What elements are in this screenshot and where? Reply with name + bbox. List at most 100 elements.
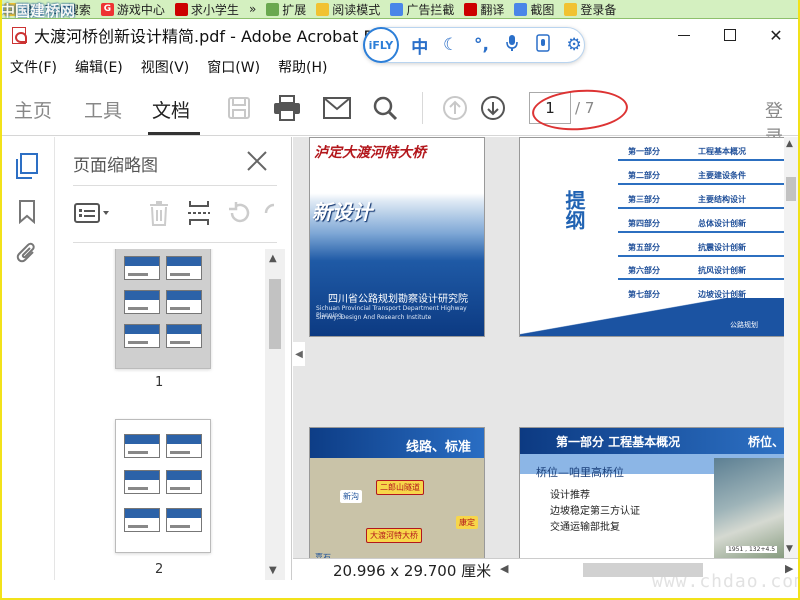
- menu-window[interactable]: 窗口(W): [207, 57, 260, 77]
- outline-row: 第四部分 总体设计创新: [618, 215, 798, 233]
- site-watermark: www.chdao.com: [652, 571, 800, 592]
- browser-overflow[interactable]: »: [249, 2, 256, 16]
- left-navigation-rail: [2, 137, 54, 580]
- magnifier-icon: [373, 96, 398, 121]
- map-label: 新沟: [340, 490, 362, 503]
- panel-divider-2: [73, 242, 277, 243]
- paperclip-icon: [16, 242, 35, 263]
- email-button[interactable]: [322, 93, 352, 123]
- thumbnail-list: 1 2: [55, 249, 265, 580]
- collapse-panel-button[interactable]: ◀: [293, 342, 305, 366]
- next-page-button[interactable]: [478, 93, 508, 123]
- map-label: 康定: [456, 516, 478, 529]
- scroll-up-icon[interactable]: ▲: [786, 139, 793, 149]
- page-thumbnail-1[interactable]: [115, 249, 211, 369]
- overview-bullet: 交通运输部批复: [550, 522, 620, 533]
- outline-heading: 提纲: [562, 190, 586, 230]
- menu-file[interactable]: 文件(F): [10, 57, 57, 77]
- menu-edit[interactable]: 编辑(E): [75, 57, 123, 77]
- browser-item-reader[interactable]: 阅读模式: [316, 1, 380, 18]
- browser-item-game-center[interactable]: G 游戏中心: [100, 1, 165, 18]
- scroll-left-icon[interactable]: ◀: [500, 562, 508, 575]
- microphone-icon[interactable]: [502, 34, 522, 57]
- options-button[interactable]: [73, 199, 113, 227]
- ifly-input-bar: iFLY 中 ☾ °, ⚙: [363, 27, 585, 63]
- outline-footer-text: 公路规划: [730, 321, 758, 329]
- envelope-icon: [323, 97, 351, 119]
- scroll-up-icon[interactable]: ▲: [269, 253, 277, 264]
- map-label: 大渡河特大桥: [366, 528, 422, 543]
- overview-header-right: 桥位、: [748, 435, 785, 449]
- rotate-right-button[interactable]: [261, 199, 281, 227]
- map-label: 二郎山隧道: [376, 480, 424, 495]
- overview-bullet: 边坡稳定第三方认证: [550, 506, 640, 517]
- outline-row: 第二部分 主要建设条件: [618, 167, 798, 185]
- slide-cover: 泸定大渡河特大桥 新设计 四川省公路规划勘察设计研究院 Sichuan Prov…: [309, 137, 485, 337]
- browser-item-pupil[interactable]: 求小学生: [174, 1, 239, 18]
- print-button[interactable]: [272, 93, 302, 123]
- cover-title: 泸定大渡河特大桥: [314, 145, 426, 161]
- save-button[interactable]: [224, 93, 254, 123]
- scroll-down-icon[interactable]: ▼: [786, 544, 793, 554]
- close-panel-button[interactable]: [245, 149, 269, 173]
- scroll-thumb[interactable]: [269, 279, 281, 349]
- document-view[interactable]: ◀ 泸定大渡河特大桥 新设计 四川省公路规划勘察设计研究院 Sichuan Pr…: [293, 137, 798, 560]
- extract-page-button[interactable]: [185, 199, 213, 227]
- bookmark-icon: [19, 200, 35, 224]
- ifly-logo[interactable]: iFLY: [363, 27, 399, 63]
- page-label-1: 1: [155, 375, 164, 390]
- translate-icon: [464, 2, 478, 16]
- close-window-button[interactable]: ✕: [754, 21, 798, 49]
- thumbnail-toolbar: [73, 197, 275, 227]
- route-header: 线路、标准: [406, 440, 472, 455]
- previous-page-button[interactable]: [440, 93, 470, 123]
- save-icon: [228, 97, 250, 119]
- attachments-button[interactable]: [14, 241, 40, 267]
- menu-help[interactable]: 帮助(H): [278, 57, 327, 77]
- punctuation-icon[interactable]: °,: [472, 35, 492, 55]
- delete-page-button[interactable]: [145, 199, 173, 227]
- scroll-thumb[interactable]: [786, 177, 796, 201]
- browser-item-adblock[interactable]: 广告拦截: [390, 1, 454, 18]
- outline-row: 第三部分 主要结构设计: [618, 191, 798, 209]
- minimize-button[interactable]: [662, 21, 706, 49]
- tab-home[interactable]: 主页: [14, 96, 52, 123]
- overview-header: 第一部分 工程基本概况: [556, 435, 681, 449]
- rotate-left-button[interactable]: [225, 199, 253, 227]
- document-scrollbar[interactable]: ▲ ▼: [784, 137, 798, 558]
- tv-icon: [174, 2, 188, 16]
- rotate-left-icon: [229, 202, 250, 223]
- key-icon: [564, 2, 578, 16]
- maximize-button[interactable]: [708, 21, 752, 49]
- page-thumbnails-button[interactable]: [14, 153, 40, 179]
- gear-icon[interactable]: ⚙: [564, 35, 584, 55]
- keyboard-icon[interactable]: [533, 33, 553, 57]
- tab-document[interactable]: 文档: [152, 96, 190, 123]
- toolbar-separator: [422, 92, 423, 124]
- browser-item-translate[interactable]: 翻译: [464, 1, 504, 18]
- search-button[interactable]: [370, 93, 400, 123]
- trash-icon: [150, 201, 168, 226]
- page-label-2: 2: [155, 562, 164, 577]
- reader-icon: [316, 2, 330, 16]
- chinese-mode-button[interactable]: 中: [410, 33, 430, 58]
- tab-tools[interactable]: 工具: [84, 96, 122, 123]
- browser-item-screenshot[interactable]: 截图: [514, 1, 554, 18]
- browser-item-extensions[interactable]: 扩展: [266, 1, 306, 18]
- window-title: 大渡河桥创新设计精简.pdf - Adobe Acrobat Pro: [34, 27, 389, 46]
- scroll-down-icon[interactable]: ▼: [269, 565, 277, 576]
- cover-organization-en-2: Survey, Design And Research Institute: [316, 314, 432, 321]
- cover-subtitle: 新设计: [312, 200, 372, 224]
- overview-bullet-main: 桥位—咱里高桥位: [536, 466, 624, 479]
- browser-item-login[interactable]: 登录备: [564, 1, 616, 18]
- bookmarks-button[interactable]: [14, 199, 40, 225]
- panel-divider: [73, 185, 277, 186]
- arrow-down-circle-icon: [481, 96, 505, 120]
- moon-icon[interactable]: ☾: [441, 35, 461, 55]
- overview-bullet: 设计推荐: [550, 490, 590, 501]
- slide-route-map: 线路、标准 新沟 二郎山隧道 大渡河特大桥 康定 嘉石: [309, 427, 485, 560]
- photo-caption: 1951 , 132+4.5: [726, 546, 778, 553]
- thumbnail-scrollbar[interactable]: ▲ ▼: [265, 249, 285, 580]
- menu-view[interactable]: 视图(V): [141, 57, 190, 77]
- page-thumbnail-2[interactable]: [115, 419, 211, 553]
